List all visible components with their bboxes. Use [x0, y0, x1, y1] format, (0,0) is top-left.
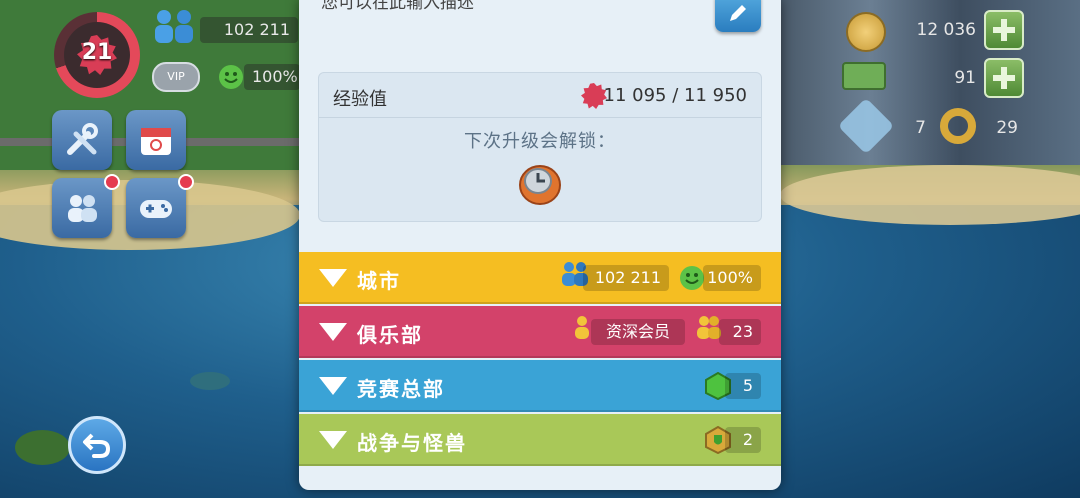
- gold-keys-counter: 29: [996, 118, 1018, 138]
- contest-section[interactable]: 竞赛总部 5: [299, 360, 781, 412]
- cash-icon: [842, 62, 886, 90]
- triangle-down-icon: [319, 377, 347, 395]
- edit-button[interactable]: [715, 0, 761, 32]
- xp-box: 经验值 11 095 / 11 950 下次升级会解锁：: [318, 72, 762, 222]
- description-text: 您可以在此输入描述: [321, 0, 474, 13]
- add-simcash-button[interactable]: [984, 58, 1024, 98]
- club-rank: 资深会员: [591, 319, 685, 345]
- calendar-icon: [141, 128, 171, 155]
- city-happiness: 100%: [703, 265, 761, 291]
- smiley-icon: [680, 266, 704, 290]
- back-arrow-icon: [83, 433, 111, 458]
- island: [15, 430, 70, 465]
- triangle-down-icon: [319, 431, 347, 449]
- calendar-button[interactable]: [126, 110, 186, 170]
- tools-button[interactable]: [52, 110, 112, 170]
- city-section[interactable]: 城市 102 211 100%: [299, 252, 781, 304]
- triangle-down-icon: [319, 323, 347, 341]
- population-counter: 102 211: [200, 17, 298, 43]
- games-button[interactable]: [126, 178, 186, 238]
- shoal: [190, 372, 230, 390]
- tools-icon: [67, 123, 98, 155]
- level-badge[interactable]: 21: [54, 12, 140, 98]
- club-members: 23: [719, 319, 761, 345]
- people-icon: [155, 10, 193, 43]
- city-title: 城市: [357, 269, 401, 293]
- xp-value: 11 095 / 11 950: [603, 85, 747, 106]
- xp-row: 经验值 11 095 / 11 950: [319, 73, 761, 118]
- simcash-counter: 91: [954, 68, 976, 88]
- happiness-counter: 100%: [244, 64, 300, 90]
- club-title: 俱乐部: [357, 323, 423, 347]
- vip-badge[interactable]: VIP: [152, 62, 200, 92]
- unlock-label: 下次升级会解锁：: [464, 131, 616, 152]
- smiley-icon: [219, 65, 243, 89]
- war-count: 2: [725, 427, 761, 453]
- back-button[interactable]: [68, 416, 126, 474]
- profile-panel: 您可以在此输入描述 经验值 11 095 / 11 950 下次升级会解锁： 城…: [299, 0, 781, 490]
- friends-button[interactable]: [52, 178, 112, 238]
- xp-label: 经验值: [333, 89, 387, 110]
- friends-notification-dot: [104, 174, 120, 190]
- gamepad-icon: [140, 200, 172, 218]
- city-population: 102 211: [583, 265, 669, 291]
- level-number: 21: [81, 40, 113, 65]
- games-notification-dot: [178, 174, 194, 190]
- contest-title: 竞赛总部: [357, 377, 445, 401]
- friends-icon: [68, 195, 97, 222]
- unlock-item-icon[interactable]: [517, 159, 563, 207]
- war-section[interactable]: 战争与怪兽 2: [299, 414, 781, 466]
- coin-icon: [846, 12, 886, 52]
- simoleons-counter: 12 036: [916, 20, 976, 40]
- club-section[interactable]: 俱乐部 资深会员 23: [299, 306, 781, 358]
- member-icon: [575, 316, 589, 339]
- contest-count: 5: [725, 373, 761, 399]
- add-simoleons-button[interactable]: [984, 10, 1024, 50]
- war-title: 战争与怪兽: [357, 431, 467, 455]
- pencil-icon: [730, 5, 746, 21]
- gold-key-icon: [940, 108, 976, 144]
- blue-keys-counter: 7: [915, 118, 926, 138]
- triangle-down-icon: [319, 269, 347, 287]
